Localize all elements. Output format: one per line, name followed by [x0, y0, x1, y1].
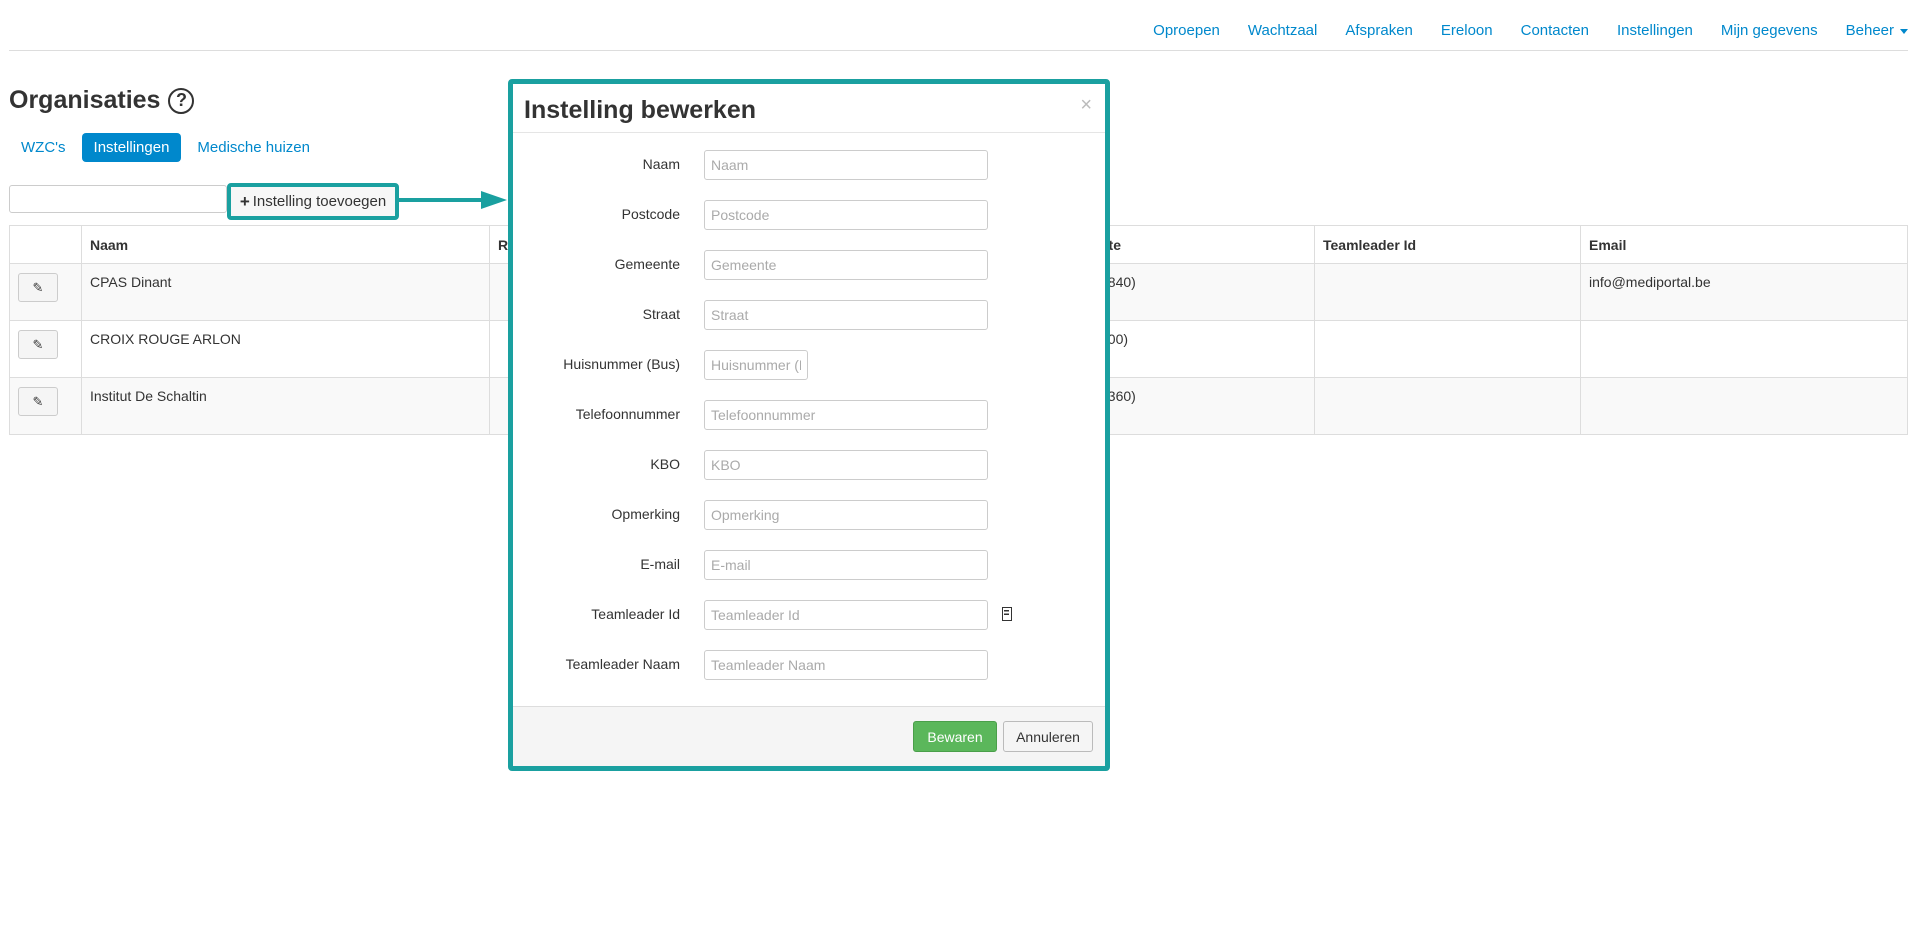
tab-wzc[interactable]: WZC's	[9, 133, 78, 162]
tab-instellingen[interactable]: Instellingen	[81, 133, 182, 162]
form-row-telefoonnummer: Telefoonnummer	[513, 400, 1105, 430]
gemeente-label: Gemeente	[614, 256, 680, 272]
form-row-email: E-mail	[513, 550, 1105, 580]
postcode-input[interactable]	[704, 200, 988, 230]
search-input[interactable]	[9, 185, 227, 213]
postcode-label: Postcode	[621, 206, 680, 222]
form-row-teamleader-naam: Teamleader Naam	[513, 650, 1105, 680]
telefoonnummer-input[interactable]	[704, 400, 988, 430]
table-cell-actions: ✎	[9, 320, 82, 378]
form-row-straat: Straat	[513, 300, 1105, 330]
table-cell-teamleader-id	[1314, 377, 1581, 435]
column-header-gemeente[interactable]: nte	[1091, 225, 1315, 264]
teamleader-naam-input[interactable]	[704, 650, 988, 680]
cancel-button[interactable]: Annuleren	[1003, 721, 1093, 752]
page-title-text: Organisaties	[9, 86, 161, 114]
opmerking-label: Opmerking	[611, 506, 680, 522]
form-row-kbo: KBO	[513, 450, 1105, 480]
plus-icon: +	[239, 191, 250, 211]
table-cell-email	[1580, 320, 1908, 378]
email-label: E-mail	[640, 556, 680, 572]
column-header-naam[interactable]: Naam	[81, 225, 490, 264]
add-instelling-label: Instelling toevoegen	[252, 193, 387, 210]
tab-medische-huizen[interactable]: Medische huizen	[185, 133, 322, 162]
save-button[interactable]: Bewaren	[913, 721, 997, 752]
nav-ereloon[interactable]: Ereloon	[1441, 22, 1493, 39]
opmerking-input[interactable]	[704, 500, 988, 530]
kbo-input[interactable]	[704, 450, 988, 480]
form-row-postcode: Postcode	[513, 200, 1105, 230]
nav-beheer[interactable]: Beheer	[1846, 22, 1908, 39]
teamleader-id-label: Teamleader Id	[591, 606, 680, 622]
column-header-actions	[9, 225, 82, 264]
column-header-teamleader-id[interactable]: Teamleader Id	[1314, 225, 1581, 264]
table-cell-actions: ✎	[9, 263, 82, 321]
form-row-naam: Naam	[513, 150, 1105, 180]
naam-input[interactable]	[704, 150, 988, 180]
telefoonnummer-label: Telefoonnummer	[575, 406, 680, 422]
table-cell-naam: Institut De Schaltin	[81, 377, 490, 435]
annotation-arrow-icon	[481, 191, 507, 209]
table-cell-teamleader-id	[1314, 320, 1581, 378]
add-instelling-button[interactable]: + Instelling toevoegen	[227, 183, 399, 220]
pencil-icon: ✎	[32, 393, 44, 409]
close-icon[interactable]: ×	[1080, 94, 1092, 117]
page-title: Organisaties?	[9, 86, 195, 115]
straat-input[interactable]	[704, 300, 988, 330]
edit-button[interactable]: ✎	[18, 330, 58, 359]
nav-mijn-gegevens[interactable]: Mijn gegevens	[1721, 22, 1818, 39]
table-cell-teamleader-id	[1314, 263, 1581, 321]
nav-instellingen[interactable]: Instellingen	[1617, 22, 1693, 39]
email-input[interactable]	[704, 550, 988, 580]
gemeente-input[interactable]	[704, 250, 988, 280]
top-navigation: Oproepen Wachtzaal Afspraken Ereloon Con…	[9, 0, 1908, 51]
nav-oproepen[interactable]: Oproepen	[1153, 22, 1220, 39]
table-cell-email	[1580, 377, 1908, 435]
table-cell-actions: ✎	[9, 377, 82, 435]
form-row-opmerking: Opmerking	[513, 500, 1105, 530]
pencil-icon: ✎	[32, 336, 44, 352]
modal-footer: Bewaren Annuleren	[513, 706, 1105, 766]
modal-title: Instelling bewerken	[524, 96, 757, 124]
teamleader-naam-label: Teamleader Naam	[565, 656, 680, 672]
table-cell-gemeente: 5360)	[1091, 377, 1315, 435]
form-row-gemeente: Gemeente	[513, 250, 1105, 280]
kbo-label: KBO	[650, 456, 680, 472]
modal-header: Instelling bewerken ×	[513, 84, 1105, 133]
nav-afspraken[interactable]: Afspraken	[1345, 22, 1413, 39]
annotation-arrow-line	[399, 198, 481, 202]
help-icon[interactable]: ?	[168, 87, 195, 114]
huisnummer-label: Huisnummer (Bus)	[563, 356, 680, 372]
nav-beheer-label: Beheer	[1845, 22, 1894, 39]
form-row-teamleader-id: Teamleader Id	[513, 600, 1105, 630]
chevron-down-icon	[1900, 28, 1908, 34]
table-cell-gemeente: 2840)	[1091, 263, 1315, 321]
table-cell-naam: CPAS Dinant	[81, 263, 490, 321]
nav-contacten[interactable]: Contacten	[1521, 22, 1589, 39]
edit-button[interactable]: ✎	[18, 387, 58, 416]
table-cell-email: info@mediportal.be	[1580, 263, 1908, 321]
pencil-icon: ✎	[32, 279, 44, 295]
building-icon[interactable]	[1002, 607, 1012, 621]
column-header-email[interactable]: Email	[1580, 225, 1908, 264]
edit-instelling-modal: Instelling bewerken × Naam Postcode Geme…	[508, 79, 1110, 771]
straat-label: Straat	[642, 306, 680, 322]
form-row-huisnummer: Huisnummer (Bus)	[513, 350, 1105, 380]
nav-links: Oproepen Wachtzaal Afspraken Ereloon Con…	[1153, 22, 1908, 39]
huisnummer-input[interactable]	[704, 350, 808, 380]
nav-wachtzaal[interactable]: Wachtzaal	[1248, 22, 1317, 39]
table-cell-naam: CROIX ROUGE ARLON	[81, 320, 490, 378]
table-cell-gemeente: 700)	[1091, 320, 1315, 378]
edit-button[interactable]: ✎	[18, 273, 58, 302]
naam-label: Naam	[642, 156, 680, 172]
teamleader-id-input[interactable]	[704, 600, 988, 630]
category-tabs: WZC's Instellingen Medische huizen	[9, 133, 322, 162]
